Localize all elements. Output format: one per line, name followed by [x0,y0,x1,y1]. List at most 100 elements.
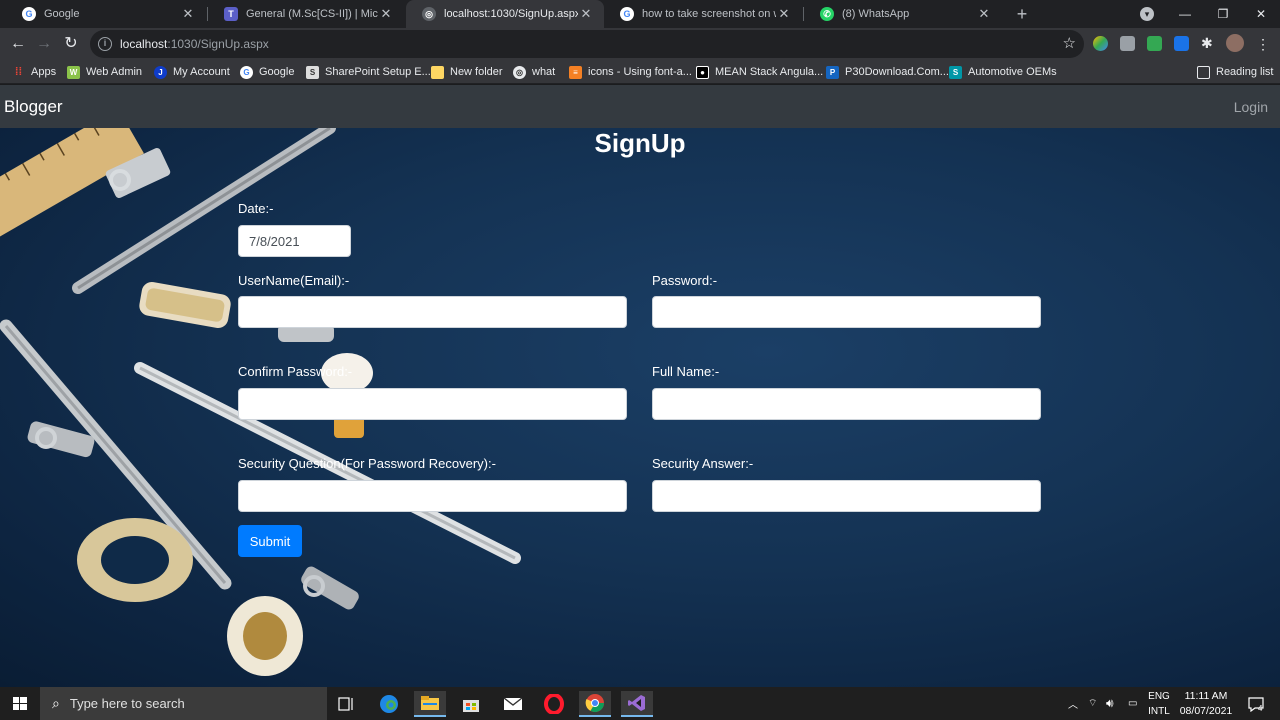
address-url: localhost:1030/SignUp.aspx [120,37,269,51]
site-info-icon[interactable]: i [98,37,112,51]
full-name-field[interactable] [652,388,1041,420]
notifications-icon[interactable]: 4 [1244,687,1268,720]
minimize-icon[interactable]: — [1166,0,1204,28]
reading-list-label: Reading list [1216,66,1274,78]
window-close-icon[interactable]: ✕ [1242,0,1280,28]
tab-screenshot-search[interactable]: G how to take screenshot on windo ✕ [604,0,802,28]
security-question-field[interactable] [238,480,627,512]
bookmark-label: Apps [31,66,57,78]
close-icon[interactable]: ✕ [578,6,594,22]
taskbar-search-box[interactable]: ⌕ Type here to search [40,687,327,720]
stackoverflow-icon: ≡ [569,65,582,79]
full-name-label: Full Name:- [652,364,720,379]
tab-search-icon[interactable]: ▾ [1140,7,1154,21]
browser-tab-strip: G Google ✕ T General (M.Sc[CS-II]) | Mic… [0,0,1280,28]
windows-start-icon[interactable] [0,687,40,720]
search-icon: ⌕ [52,695,60,711]
opera-icon[interactable] [538,691,570,717]
bookmark-label: New folder [450,66,503,78]
volume-icon[interactable]: 🔊︎ [1106,687,1114,720]
reading-list[interactable]: Reading list [1197,64,1273,80]
task-view-icon[interactable] [331,691,363,717]
bookmarks-bar: ⁞⁞ Apps W Web Admin J My Account G Googl… [0,60,1280,84]
tab-whatsapp[interactable]: ✆ (8) WhatsApp ✕ [804,0,1002,28]
extension-icon[interactable] [1120,36,1135,51]
tab-title: how to take screenshot on windo [642,8,776,20]
windows-taskbar: ⌕ Type here to search ︿ ⌔ 🔊︎ ▭ ENG INTL … [0,687,1280,720]
language-indicator[interactable]: ENG INTL [1146,689,1172,719]
bookmark-label: P30Download.Com... [845,66,949,78]
chrome-icon[interactable] [579,691,611,717]
obs-extension-icon[interactable] [1147,36,1162,51]
globe-icon: ◎ [513,65,526,79]
globe-icon: ◎ [422,7,436,21]
menu-kebab-icon[interactable]: ⋮ [1256,36,1270,52]
date-field[interactable] [238,225,351,257]
tab-google[interactable]: G Google ✕ [6,0,206,28]
bookmark-mean-stack[interactable]: ● MEAN Stack Angula... [696,64,823,80]
bookmark-label: My Account [173,66,230,78]
network-icon[interactable]: ⌔ [1088,687,1097,720]
bookmark-label: Google [259,66,295,78]
login-link[interactable]: Login [1234,99,1268,115]
tab-title: localhost:1030/SignUp.aspx [444,8,578,20]
google-icon: G [620,7,634,21]
bookmark-sharepoint[interactable]: S SharePoint Setup E... [306,64,431,80]
stationery-background-image [0,128,521,676]
bookmark-automotive-oems[interactable]: S Automotive OEMs [949,64,1057,80]
bookmark-web-admin[interactable]: W Web Admin [67,64,142,80]
restore-icon[interactable]: ❐ [1204,0,1242,28]
address-bar[interactable]: i localhost:1030/SignUp.aspx ☆ [90,30,1084,58]
show-hidden-icons[interactable]: ︿ [1068,687,1078,720]
p30-icon: P [826,65,839,79]
close-icon[interactable]: ✕ [776,6,792,22]
bookmark-label: Web Admin [86,66,143,78]
password-field[interactable] [652,296,1041,328]
folder-icon [431,65,444,79]
store-icon[interactable] [455,691,487,717]
extensions-puzzle-icon[interactable]: ✱ [1201,36,1216,51]
tab-title: Google [44,8,80,20]
new-tab-icon[interactable]: + [1012,3,1032,25]
edge-icon[interactable] [373,691,405,717]
page-title: SignUp [594,128,686,158]
bookmark-what[interactable]: ◎ what [513,64,555,80]
close-icon[interactable]: ✕ [976,6,992,22]
forward-icon[interactable]: → [32,32,56,56]
system-clock[interactable]: 11:11 AM 08/07/2021 [1176,689,1236,719]
submit-button[interactable]: Submit [238,525,302,557]
signup-page-background: SignUp Date:- UserName(Email):- Password… [0,128,1280,687]
back-icon[interactable]: ← [6,32,30,56]
bookmark-my-account[interactable]: J My Account [154,64,230,80]
clock-time: 11:11 AM [1184,690,1228,702]
bookmark-new-folder[interactable]: New folder [431,64,503,80]
username-email-field[interactable] [238,296,627,328]
tab-teams[interactable]: T General (M.Sc[CS-II]) | Microsoft ✕ [208,0,404,28]
mail-icon[interactable] [497,691,529,717]
close-icon[interactable]: ✕ [180,6,196,22]
security-answer-field[interactable] [652,480,1041,512]
battery-icon[interactable]: ▭ [1128,687,1137,720]
brand-link[interactable]: Blogger [4,97,63,117]
close-icon[interactable]: ✕ [378,6,394,22]
bookmark-label: icons - Using font-a... [588,66,692,78]
jio-icon: J [154,65,167,79]
bookmark-apps[interactable]: ⁞⁞ Apps [12,64,56,80]
bookmark-p30download[interactable]: P P30Download.Com... [826,64,949,80]
visual-studio-icon[interactable] [621,691,653,717]
tab-signup[interactable]: ◎ localhost:1030/SignUp.aspx ✕ [406,0,604,28]
avatar[interactable] [1226,34,1244,52]
bookmark-google[interactable]: G Google [240,64,294,80]
file-explorer-icon[interactable] [414,691,446,717]
color-picker-extension-icon[interactable] [1093,36,1108,51]
language-code: ENG [1148,691,1170,702]
confirm-password-field[interactable] [238,388,627,420]
check-extension-icon[interactable] [1174,36,1189,51]
reload-icon[interactable]: ↻ [59,32,83,56]
bookmark-star-icon[interactable]: ☆ [1063,34,1076,52]
bookmark-icons-font-awesome[interactable]: ≡ icons - Using font-a... [569,64,692,80]
google-icon: G [240,65,253,79]
google-icon: G [22,7,36,21]
security-question-label: Security Question(For Password Recovery)… [238,456,496,471]
clock-date: 08/07/2021 [1179,705,1233,717]
